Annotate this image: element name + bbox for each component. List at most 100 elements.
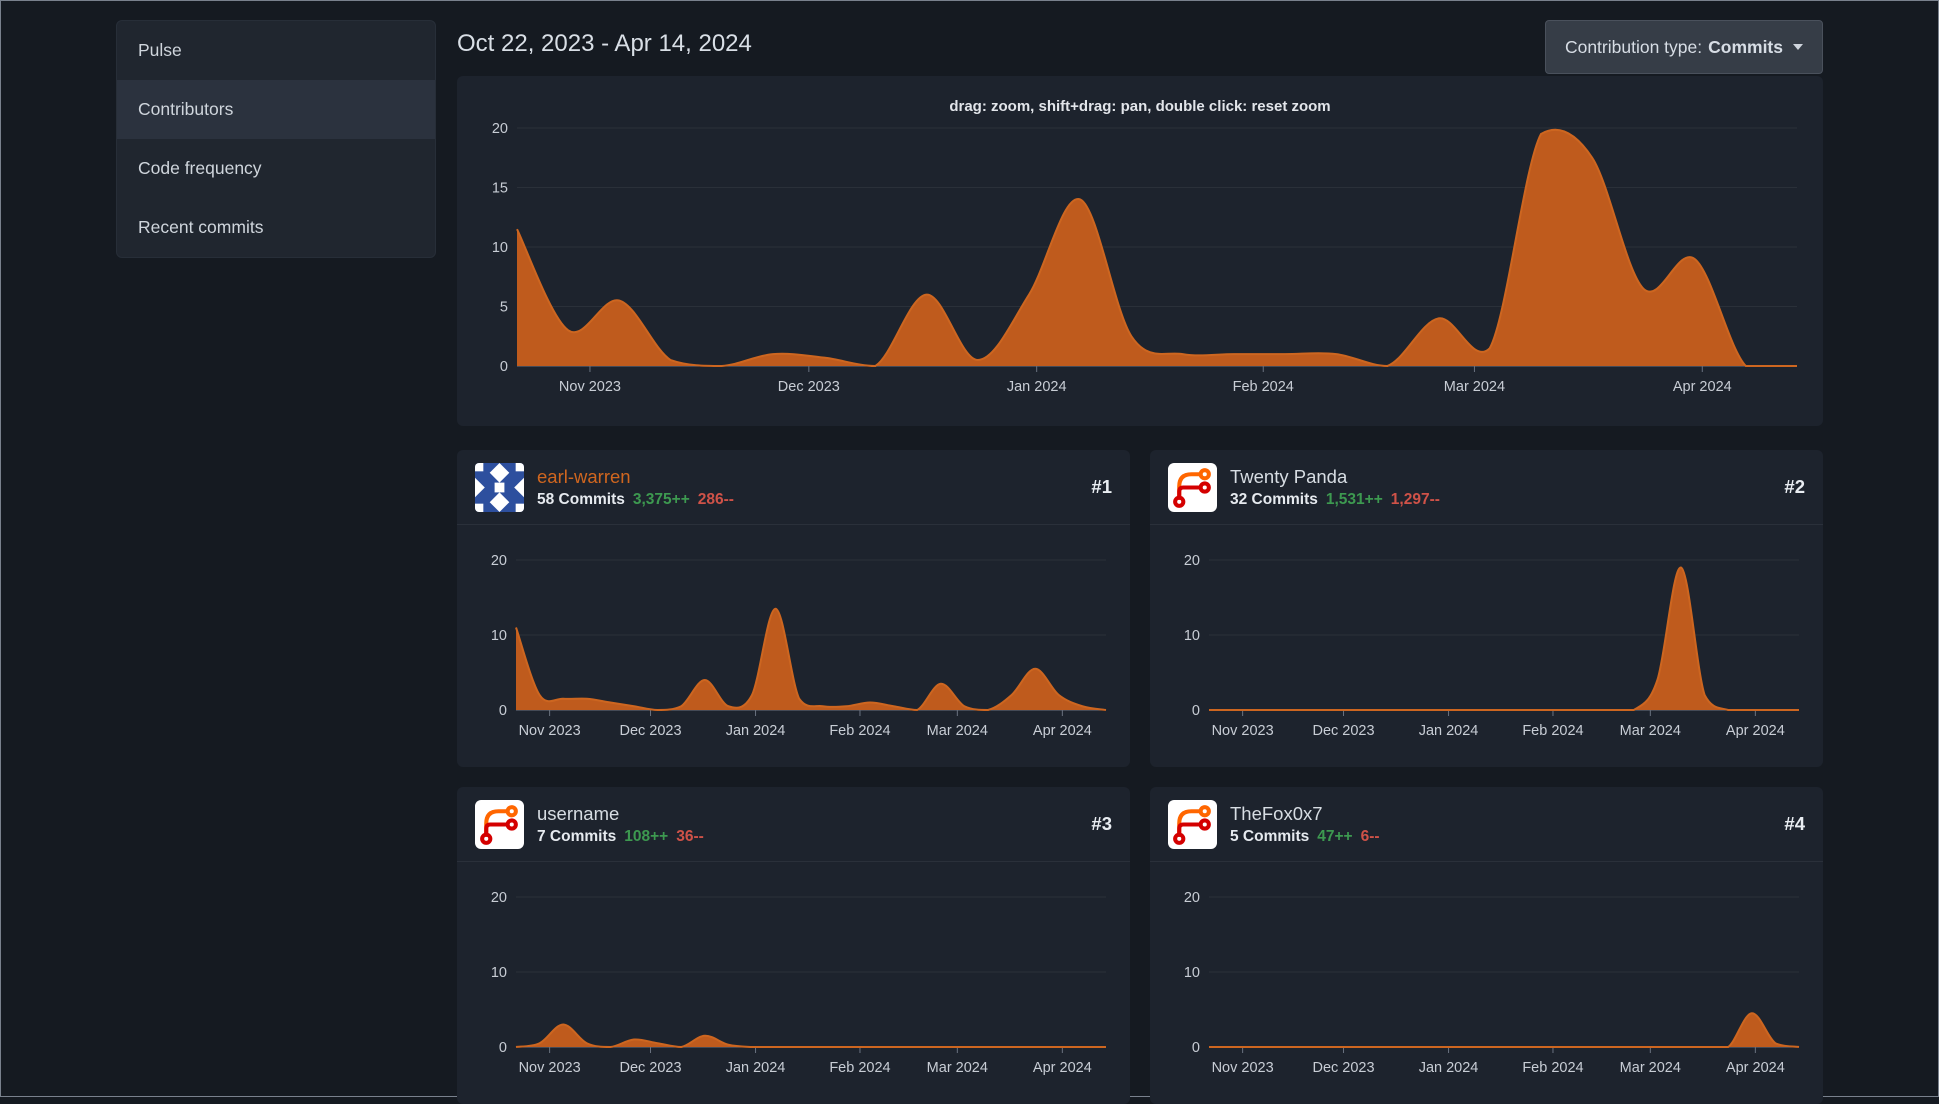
- caret-down-icon: [1793, 44, 1803, 50]
- svg-text:Mar 2024: Mar 2024: [1620, 723, 1681, 739]
- forgejo-logo-avatar[interactable]: [1168, 799, 1217, 849]
- contributor-chart[interactable]: 0 10 20 Nov 2023 Dec 2023 Jan 2024 Feb 2024 Mar…: [1150, 862, 1823, 1104]
- svg-text:0: 0: [499, 1040, 507, 1056]
- chart-zoom-hint: drag: zoom, shift+drag: pan, double clic…: [949, 98, 1331, 115]
- svg-text:5: 5: [500, 300, 508, 316]
- svg-text:10: 10: [1184, 628, 1200, 644]
- contributor-card: earl-warren 58 Commits 3,375++ 286-- #1 …: [457, 450, 1130, 767]
- contributor-card-header: TheFox0x7 5 Commits 47++ 6-- #4: [1150, 787, 1823, 862]
- main-content: Oct 22, 2023 - Apr 14, 2024 Contribution…: [457, 20, 1823, 1104]
- svg-text:Feb 2024: Feb 2024: [1233, 379, 1294, 395]
- svg-text:Dec 2023: Dec 2023: [619, 723, 681, 739]
- svg-text:15: 15: [492, 181, 508, 197]
- contributor-info: earl-warren 58 Commits 3,375++ 286--: [537, 466, 734, 509]
- svg-text:Mar 2024: Mar 2024: [927, 723, 988, 739]
- main-chart-card: drag: zoom, shift+drag: pan, double clic…: [457, 76, 1823, 426]
- svg-text:Jan 2024: Jan 2024: [1419, 723, 1479, 739]
- contributor-card: Twenty Panda 32 Commits 1,531++ 1,297-- …: [1150, 450, 1823, 767]
- svg-text:20: 20: [1184, 890, 1200, 906]
- svg-text:Dec 2023: Dec 2023: [1312, 1060, 1374, 1076]
- svg-text:Jan 2024: Jan 2024: [1419, 1060, 1479, 1076]
- svg-text:Apr 2024: Apr 2024: [1673, 379, 1732, 395]
- svg-text:20: 20: [492, 121, 508, 137]
- sidebar-item-label: Code frequency: [138, 158, 262, 178]
- contributor-stats: 32 Commits 1,531++ 1,297--: [1230, 491, 1440, 509]
- topbar: Oct 22, 2023 - Apr 14, 2024 Contribution…: [457, 20, 1823, 76]
- svg-text:Nov 2023: Nov 2023: [519, 723, 581, 739]
- additions-count: 47++: [1317, 827, 1353, 845]
- sidebar-item-contributors[interactable]: Contributors: [117, 80, 435, 139]
- svg-text:10: 10: [491, 965, 507, 981]
- contributor-card: username 7 Commits 108++ 36-- #3 0 10 20 No…: [457, 787, 1130, 1104]
- forgejo-logo-avatar[interactable]: [1168, 462, 1217, 512]
- svg-text:0: 0: [500, 359, 508, 375]
- svg-text:Dec 2023: Dec 2023: [1312, 723, 1374, 739]
- deletions-count: 286--: [697, 490, 734, 508]
- contributions-main-chart[interactable]: 0 5 10 15 20 Nov 2023 Dec 2023 Jan 2024 Feb 2024…: [457, 76, 1823, 426]
- contributor-card-header: earl-warren 58 Commits 3,375++ 286-- #1: [457, 450, 1130, 525]
- contribution-type-value: Commits: [1708, 36, 1783, 57]
- commit-count: 5 Commits: [1230, 827, 1310, 845]
- rank-badge: #1: [1091, 476, 1112, 497]
- contributor-name-link[interactable]: TheFox0x7: [1230, 803, 1380, 825]
- svg-text:Nov 2023: Nov 2023: [519, 1060, 581, 1076]
- svg-text:Jan 2024: Jan 2024: [726, 723, 786, 739]
- rank-badge: #3: [1091, 813, 1112, 834]
- svg-text:Apr 2024: Apr 2024: [1726, 1060, 1785, 1076]
- svg-text:Dec 2023: Dec 2023: [619, 1060, 681, 1076]
- contributor-card-header: Twenty Panda 32 Commits 1,531++ 1,297-- …: [1150, 450, 1823, 525]
- contributors-grid: earl-warren 58 Commits 3,375++ 286-- #1 …: [457, 450, 1823, 1104]
- contributor-card: TheFox0x7 5 Commits 47++ 6-- #4 0 10 20 Nov…: [1150, 787, 1823, 1104]
- contributor-chart[interactable]: 0 10 20 Nov 2023 Dec 2023 Jan 2024 Feb 2024 Mar…: [457, 862, 1130, 1104]
- contributor-chart[interactable]: 0 10 20 Nov 2023 Dec 2023 Jan 2024 Feb 2024 Mar…: [457, 525, 1130, 767]
- contributor-stats: 7 Commits 108++ 36--: [537, 828, 704, 846]
- svg-text:20: 20: [491, 890, 507, 906]
- svg-text:20: 20: [1184, 553, 1200, 569]
- contributor-name-link[interactable]: earl-warren: [537, 466, 734, 488]
- svg-text:Feb 2024: Feb 2024: [829, 723, 890, 739]
- svg-text:Jan 2024: Jan 2024: [1007, 379, 1067, 395]
- sidebar-item-label: Pulse: [138, 40, 182, 60]
- contributor-info: username 7 Commits 108++ 36--: [537, 803, 704, 846]
- contributor-card-header: username 7 Commits 108++ 36-- #3: [457, 787, 1130, 862]
- date-range-title: Oct 22, 2023 - Apr 14, 2024: [457, 30, 752, 57]
- rank-badge: #2: [1784, 476, 1805, 497]
- contribution-type-dropdown[interactable]: Contribution type: Commits: [1544, 20, 1823, 74]
- svg-text:Feb 2024: Feb 2024: [1522, 723, 1583, 739]
- activity-menu: Pulse Contributors Code frequency Recent…: [116, 20, 436, 258]
- forgejo-logo-avatar[interactable]: [475, 799, 524, 849]
- svg-text:10: 10: [491, 628, 507, 644]
- contribution-type-label: Contribution type:: [1564, 36, 1703, 57]
- sidebar-item-code-frequency[interactable]: Code frequency: [117, 139, 435, 198]
- deletions-count: 36--: [676, 827, 704, 845]
- svg-text:Mar 2024: Mar 2024: [927, 1060, 988, 1076]
- contributor-stats: 58 Commits 3,375++ 286--: [537, 491, 734, 509]
- identicon-avatar[interactable]: [475, 462, 524, 512]
- activity-page: Pulse Contributors Code frequency Recent…: [1, 1, 1938, 1104]
- contributor-name-link[interactable]: Twenty Panda: [1230, 466, 1440, 488]
- svg-text:Mar 2024: Mar 2024: [1444, 379, 1505, 395]
- additions-count: 108++: [624, 827, 669, 845]
- contributor-chart[interactable]: 0 10 20 Nov 2023 Dec 2023 Jan 2024 Feb 2024 Mar…: [1150, 525, 1823, 767]
- sidebar-item-label: Contributors: [138, 99, 234, 119]
- commit-count: 58 Commits: [537, 490, 625, 508]
- svg-text:Jan 2024: Jan 2024: [726, 1060, 786, 1076]
- sidebar: Pulse Contributors Code frequency Recent…: [116, 20, 436, 1104]
- svg-text:20: 20: [491, 553, 507, 569]
- rank-badge: #4: [1784, 813, 1805, 834]
- svg-text:10: 10: [1184, 965, 1200, 981]
- contributor-name-link[interactable]: username: [537, 803, 704, 825]
- svg-text:Nov 2023: Nov 2023: [559, 379, 621, 395]
- contributor-info: Twenty Panda 32 Commits 1,531++ 1,297--: [1230, 466, 1440, 509]
- svg-text:0: 0: [1192, 703, 1200, 719]
- svg-text:0: 0: [1192, 1040, 1200, 1056]
- svg-text:Feb 2024: Feb 2024: [829, 1060, 890, 1076]
- svg-text:Mar 2024: Mar 2024: [1620, 1060, 1681, 1076]
- sidebar-item-pulse[interactable]: Pulse: [117, 21, 435, 80]
- sidebar-item-recent-commits[interactable]: Recent commits: [117, 198, 435, 257]
- svg-text:Apr 2024: Apr 2024: [1726, 723, 1785, 739]
- commit-count: 7 Commits: [537, 827, 617, 845]
- commit-count: 32 Commits: [1230, 490, 1318, 508]
- svg-text:0: 0: [499, 703, 507, 719]
- svg-text:10: 10: [492, 240, 508, 256]
